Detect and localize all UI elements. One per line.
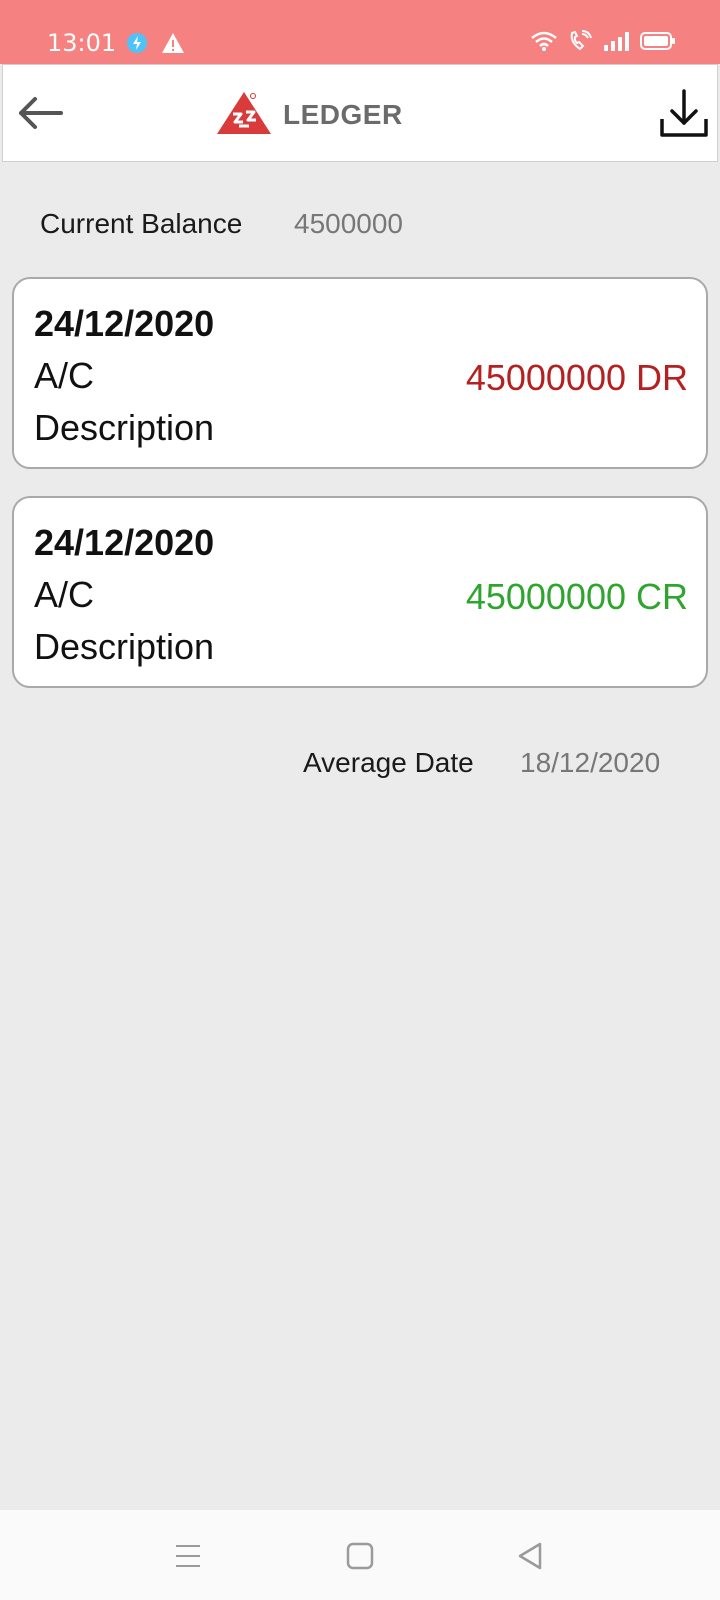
wifi-call-icon xyxy=(570,30,592,51)
signal-icon xyxy=(604,32,629,51)
app-bar: LEDGER xyxy=(2,64,718,162)
transaction-date: 24/12/2020 xyxy=(34,303,215,344)
transaction-description: Description xyxy=(34,407,215,448)
alert-icon xyxy=(162,33,184,53)
transaction-amount: 45000000 CR xyxy=(465,576,688,617)
transaction-card[interactable]: 24/12/2020 A/C Description 45000000 CR xyxy=(12,496,708,688)
wifi-icon xyxy=(531,31,557,51)
transaction-amount: 45000000 DR xyxy=(465,357,688,398)
back-arrow-icon[interactable] xyxy=(13,89,67,137)
transaction-description: Description xyxy=(34,626,215,667)
average-date-label: Average Date xyxy=(303,747,474,778)
transaction-date: 24/12/2020 xyxy=(34,522,215,563)
status-bar: 13:01 xyxy=(0,0,720,64)
balance-label: Current Balance xyxy=(40,208,243,239)
page-title: LEDGER xyxy=(283,99,403,130)
transaction-card[interactable]: 24/12/2020 A/C Description 45000000 DR xyxy=(12,277,708,469)
average-date-value: 18/12/2020 xyxy=(520,747,661,778)
battery-icon xyxy=(640,32,675,50)
menu-icon[interactable] xyxy=(172,1540,204,1572)
home-icon[interactable] xyxy=(344,1540,376,1572)
transaction-account: A/C xyxy=(34,574,95,615)
status-time: 13:01 xyxy=(47,29,117,57)
system-nav-bar xyxy=(0,1510,720,1600)
download-icon[interactable] xyxy=(658,87,710,141)
transaction-account: A/C xyxy=(34,355,95,396)
balance-value: 4500000 xyxy=(294,208,404,239)
power-saving-icon xyxy=(127,33,147,53)
back-nav-icon[interactable] xyxy=(514,1540,546,1572)
logo-icon xyxy=(217,92,271,134)
